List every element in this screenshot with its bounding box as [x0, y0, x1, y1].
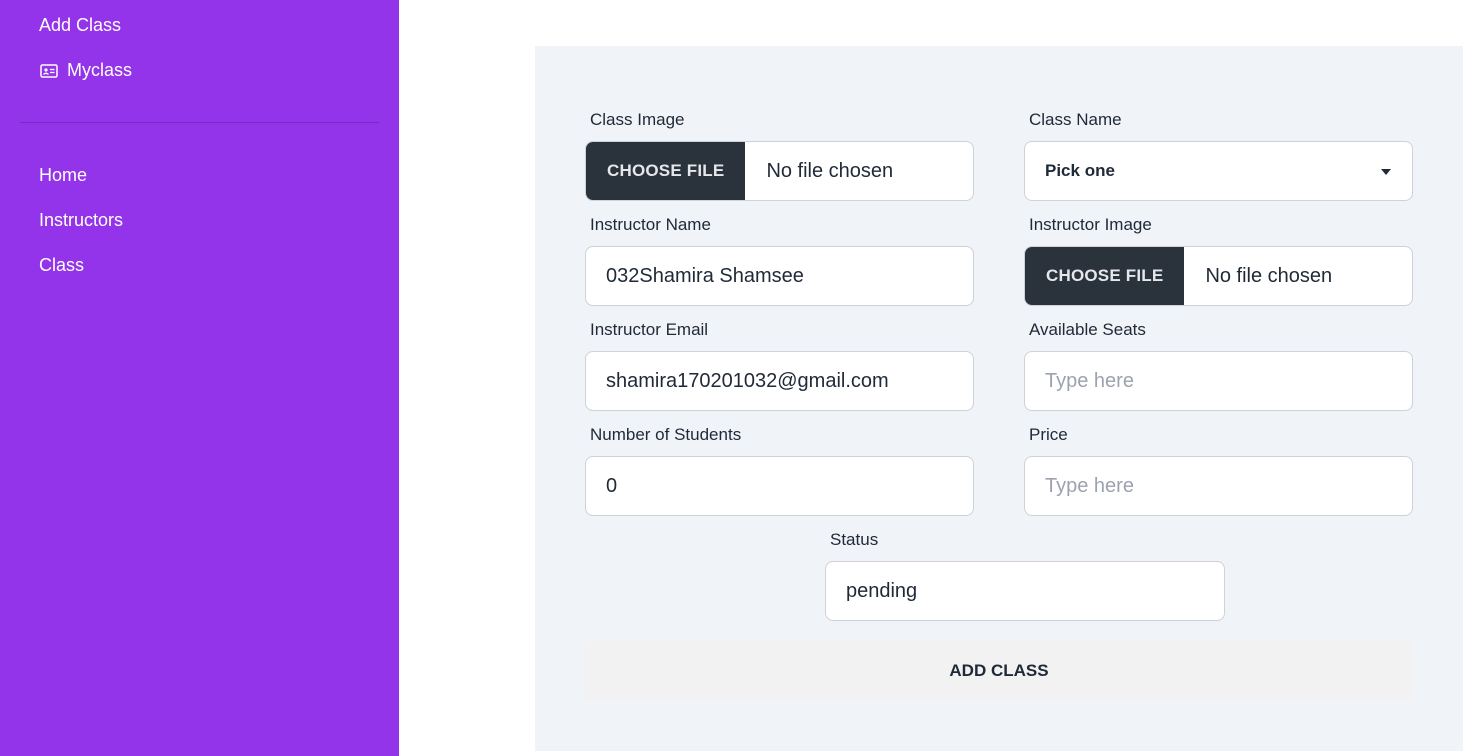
- available-seats-label: Available Seats: [1029, 320, 1146, 339]
- status-input[interactable]: pending: [825, 561, 1225, 621]
- caret-down-icon: [1381, 169, 1391, 175]
- class-name-select[interactable]: Pick one: [1024, 141, 1413, 201]
- instructor-name-value: 032Shamira Shamsee: [606, 264, 804, 287]
- available-seats-input[interactable]: Type here: [1024, 351, 1413, 411]
- price-input[interactable]: Type here: [1024, 456, 1413, 516]
- add-class-button[interactable]: ADD CLASS: [585, 641, 1413, 701]
- class-name-selected: Pick one: [1045, 161, 1115, 180]
- sidebar-item-home[interactable]: Home: [39, 165, 87, 186]
- available-seats-placeholder: Type here: [1045, 369, 1134, 392]
- sidebar: Add Class Myclass Home Instructors Class: [0, 0, 399, 756]
- file-status: No file chosen: [1205, 264, 1333, 287]
- instructor-email-value: shamira170201032@gmail.com: [606, 369, 889, 392]
- class-name-label: Class Name: [1029, 110, 1122, 129]
- sidebar-item-label: Myclass: [67, 60, 133, 80]
- sidebar-item-label: Home: [39, 165, 88, 185]
- instructor-email-label: Instructor Email: [590, 320, 709, 339]
- number-of-students-label: Number of Students: [590, 425, 742, 444]
- sidebar-item-add-class[interactable]: Add Class: [39, 15, 121, 36]
- status-label: Status: [830, 530, 879, 549]
- file-status: No file chosen: [766, 159, 894, 182]
- sidebar-divider: [20, 122, 379, 123]
- sidebar-item-instructors[interactable]: Instructors: [39, 210, 123, 231]
- status-value: pending: [846, 579, 918, 602]
- sidebar-item-label: Class: [39, 255, 85, 275]
- class-image-file-input[interactable]: CHOOSE FILE No file chosen: [585, 141, 974, 201]
- choose-file-button[interactable]: CHOOSE FILE: [586, 142, 746, 200]
- number-of-students-input[interactable]: 0: [585, 456, 974, 516]
- sidebar-item-class[interactable]: Class: [39, 255, 84, 276]
- instructor-name-label: Instructor Name: [590, 215, 711, 234]
- sidebar-item-label: Instructors: [39, 210, 124, 230]
- class-icon: [39, 61, 58, 80]
- sidebar-item-myclass[interactable]: Myclass: [39, 60, 132, 81]
- instructor-image-label: Instructor Image: [1029, 215, 1152, 234]
- instructor-name-input[interactable]: 032Shamira Shamsee: [585, 246, 974, 306]
- choose-file-button[interactable]: CHOOSE FILE: [1025, 247, 1185, 305]
- price-label: Price: [1029, 425, 1068, 444]
- instructor-email-input[interactable]: shamira170201032@gmail.com: [585, 351, 974, 411]
- number-of-students-value: 0: [606, 474, 618, 497]
- class-image-label: Class Image: [590, 110, 685, 129]
- instructor-image-file-input[interactable]: CHOOSE FILE No file chosen: [1024, 246, 1413, 306]
- price-placeholder: Type here: [1045, 474, 1134, 497]
- sidebar-item-label: Add Class: [39, 15, 122, 35]
